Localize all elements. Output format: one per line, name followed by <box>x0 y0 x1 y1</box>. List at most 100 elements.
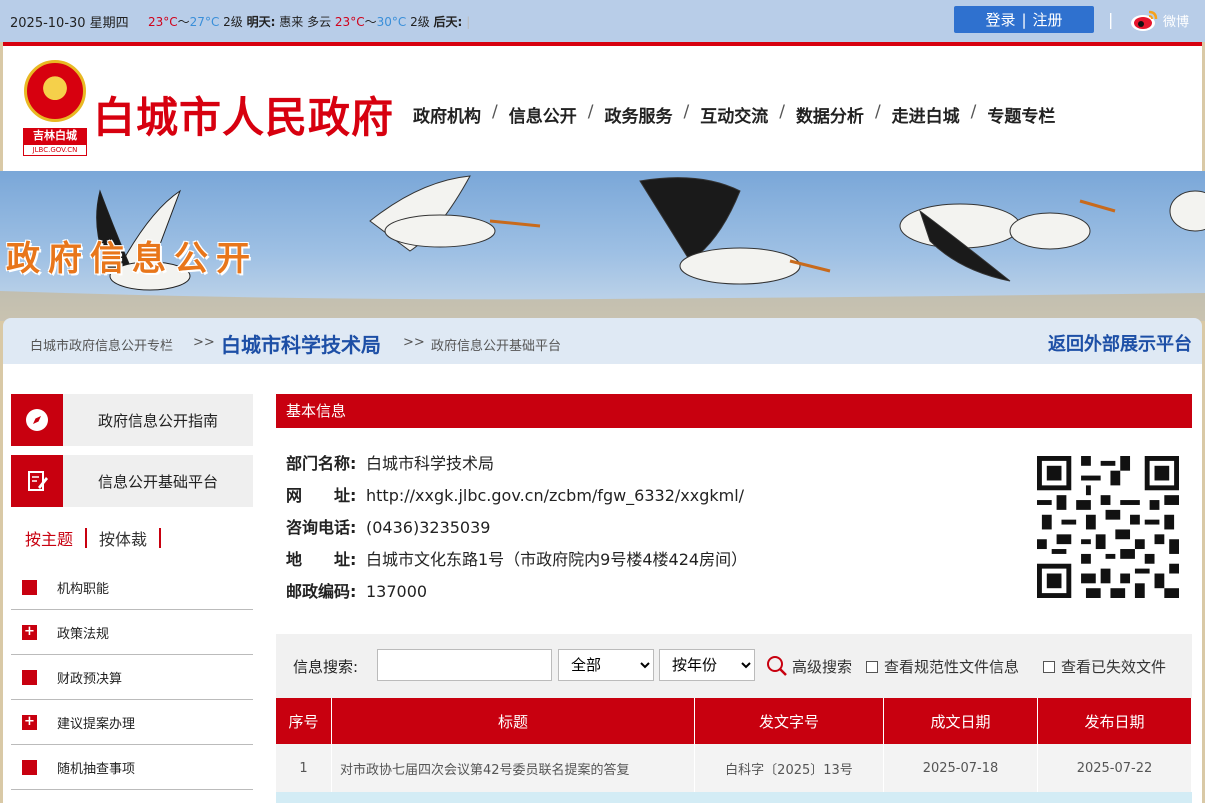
sidebar-topic-list: 机构职能 + 政策法规 财政预决算 + 建议提案办理 随机抽查事项 <box>11 565 253 790</box>
normative-docs-checkbox[interactable]: 查看规范性文件信息 <box>866 656 1019 677</box>
site-title[interactable]: 白城市人民政府 <box>93 84 394 145</box>
advanced-search-label: 高级搜索 <box>792 657 853 676</box>
field-value: 137000 <box>366 582 428 601</box>
today-low-temp: 23°C <box>148 15 178 29</box>
sidebar-item-institutional-functions[interactable]: 机构职能 <box>11 565 253 610</box>
column-header-doc-number: 发文字号 <box>695 698 884 744</box>
breadcrumb: 白城市政府信息公开专栏 >> 白城市科学技术局 >> 政府信息公开基础平台 返回… <box>3 318 1202 364</box>
square-bullet-icon <box>22 579 37 595</box>
cell-doc-number: 白科字〔2025〕13号 <box>695 744 884 792</box>
today-high-temp: 27°C <box>189 15 220 29</box>
nav-separator: / <box>683 102 690 122</box>
emblem-icon <box>24 60 86 122</box>
sidebar-button-label: 政府信息公开指南 <box>97 411 218 430</box>
field-key: 部门名称: <box>286 454 357 473</box>
search-icon <box>767 656 787 676</box>
search-input[interactable] <box>377 649 552 681</box>
banner-title: 政府信息公开 <box>6 239 258 279</box>
field-website: 网 址: http://xxgk.jlbc.gov.cn/zcbm/fgw_633… <box>286 484 747 516</box>
after-tomorrow-label: 后天: <box>433 15 463 29</box>
sidebar-item-label: 建议提案办理 <box>57 716 136 732</box>
tomorrow-high-temp: 30°C <box>376 15 407 29</box>
cell-publish-date: 2025-07-22 <box>1038 744 1192 792</box>
sidebar-item-budget-accounts[interactable]: 财政预决算 <box>11 655 253 700</box>
tab-by-topic[interactable]: 按主题 <box>25 526 73 550</box>
nav-item-about-baicheng[interactable]: 走进白城 <box>892 102 960 127</box>
breadcrumb-item-disclosure-column[interactable]: 白城市政府信息公开专栏 <box>30 335 173 354</box>
sidebar-item-label: 机构职能 <box>57 581 110 597</box>
back-to-external-platform-link[interactable]: 返回外部展示平台 <box>1048 330 1192 356</box>
temp-tilde: ～ <box>177 15 190 29</box>
tab-divider <box>159 528 162 548</box>
column-header-written-date: 成文日期 <box>884 698 1038 744</box>
sidebar-item-proposal-handling[interactable]: + 建议提案办理 <box>11 700 253 745</box>
checkbox-box[interactable] <box>1043 660 1055 673</box>
breadcrumb-item-department[interactable]: 白城市科学技术局 <box>221 329 381 358</box>
field-postcode: 邮政编码: 137000 <box>286 580 747 612</box>
compass-icon <box>11 394 63 446</box>
tab-by-genre[interactable]: 按体裁 <box>99 526 147 550</box>
sidebar-item-label: 随机抽查事项 <box>57 761 136 777</box>
today-wind: 2级 <box>223 15 243 29</box>
table-header: 序号 标题 发文字号 成文日期 发布日期 <box>276 698 1192 744</box>
topbar-divider: | <box>1108 10 1114 29</box>
expand-plus-icon[interactable]: + <box>22 624 37 640</box>
current-date: 2025-10-30 星期四 <box>10 16 129 31</box>
edit-document-icon <box>11 455 63 507</box>
info-search-bar: 信息搜索: 全部 按年份 高级搜索 查看规范性文件信息 查看已失效文件 <box>276 634 1192 698</box>
site-header: 吉林白城 JLBC.GOV.CN 白城市人民政府 政府机构 / 信息公开 / 政… <box>3 42 1202 171</box>
field-key: 邮政编码: <box>286 582 357 601</box>
field-value-link[interactable]: http://xxgk.jlbc.gov.cn/zcbm/fgw_6332/xx… <box>366 486 744 505</box>
expand-plus-icon[interactable]: + <box>22 714 37 730</box>
breadcrumb-arrow: >> <box>403 335 425 350</box>
nav-item-info-disclosure[interactable]: 信息公开 <box>509 102 577 127</box>
field-value: 白城市文化东路1号（市政府院内9号楼4楼424房间） <box>366 550 748 569</box>
column-header-index: 序号 <box>276 698 332 744</box>
expired-docs-checkbox[interactable]: 查看已失效文件 <box>1043 656 1166 677</box>
nav-item-data-analysis[interactable]: 数据分析 <box>796 102 864 127</box>
login-divider: | <box>1021 10 1027 29</box>
temp-tilde: ～ <box>364 15 377 29</box>
checkbox-box[interactable] <box>866 660 878 673</box>
nav-item-special-topics[interactable]: 专题专栏 <box>987 102 1055 127</box>
cell-written-date: 2025-07-18 <box>884 744 1038 792</box>
field-key: 咨询电话: <box>286 518 357 537</box>
weibo-link[interactable]: 微博 <box>1130 8 1189 32</box>
document-table: 序号 标题 发文字号 成文日期 发布日期 1 对市政协七届四次会议第42号委员联… <box>276 698 1192 803</box>
login-register-box: 登录 | 注册 <box>954 6 1094 33</box>
column-header-publish-date: 发布日期 <box>1038 698 1192 744</box>
login-link[interactable]: 登录 <box>985 9 1015 30</box>
scope-select[interactable]: 全部 <box>558 649 654 681</box>
weather-scroll-sep: | <box>466 15 471 29</box>
sidebar-item-random-inspection[interactable]: 随机抽查事项 <box>11 745 253 790</box>
nav-separator: / <box>874 102 881 122</box>
cell-index: 1 <box>276 744 332 792</box>
tomorrow-low-temp: 23°C <box>334 15 365 29</box>
nav-item-government-services[interactable]: 政务服务 <box>604 102 672 127</box>
basic-info-heading: 基本信息 <box>276 394 1192 428</box>
cell-title-link[interactable]: 对市政协七届四次会议第42号委员联名提案的答复 <box>332 744 695 792</box>
column-header-title: 标题 <box>332 698 695 744</box>
nav-item-interaction[interactable]: 互动交流 <box>700 102 768 127</box>
checkbox-label: 查看规范性文件信息 <box>884 658 1020 676</box>
table-row: 1 对市政协七届四次会议第42号委员联名提案的答复 白科字〔2025〕13号 2… <box>276 744 1192 792</box>
emblem-domain: JLBC.GOV.CN <box>23 144 87 156</box>
year-select[interactable]: 按年份 <box>659 649 755 681</box>
sidebar-item-policies-regulations[interactable]: + 政策法规 <box>11 610 253 655</box>
table-row <box>276 792 1192 803</box>
breadcrumb-arrow: >> <box>193 335 215 350</box>
field-phone: 咨询电话: (0436)3235039 <box>286 516 747 548</box>
sidebar-button-basic-platform[interactable]: 信息公开基础平台 <box>11 455 253 507</box>
basic-info-fields: 部门名称: 白城市科学技术局 网 址: http://xxgk.jlbc.gov.c… <box>286 452 747 612</box>
square-bullet-icon <box>22 759 37 775</box>
breadcrumb-item-current: 政府信息公开基础平台 <box>431 339 562 354</box>
advanced-search-button[interactable]: 高级搜索 <box>766 655 852 677</box>
checkbox-label: 查看已失效文件 <box>1061 658 1167 676</box>
register-link[interactable]: 注册 <box>1033 9 1063 30</box>
nav-item-government-agencies[interactable]: 政府机构 <box>413 102 481 127</box>
national-emblem-logo[interactable]: 吉林白城 JLBC.GOV.CN <box>23 60 87 164</box>
nav-separator: / <box>492 102 498 122</box>
sidebar-button-disclosure-guide[interactable]: 政府信息公开指南 <box>11 394 253 446</box>
field-value: 白城市科学技术局 <box>366 454 495 473</box>
weibo-icon <box>1131 10 1158 31</box>
